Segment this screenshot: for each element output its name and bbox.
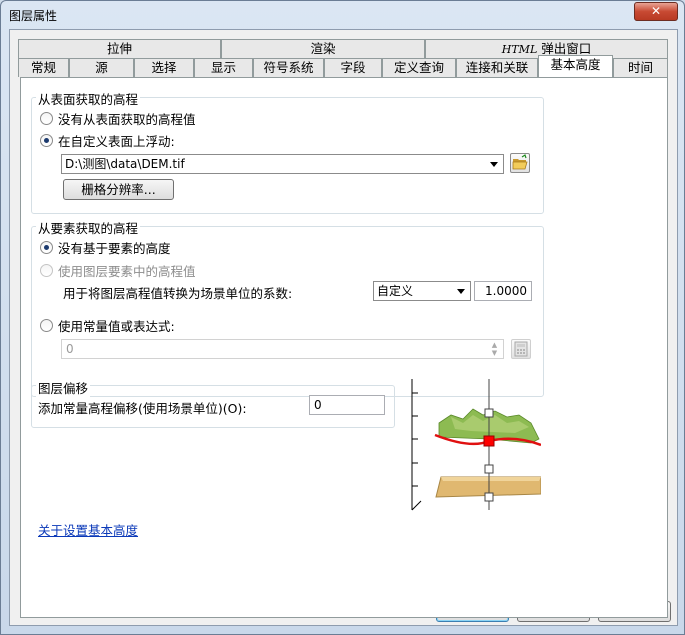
- layer-properties-window: 图层属性 ✕ 拉伸 渲染 HTML 弹出窗口 常规 源 选择 显示 符号系统 字…: [0, 0, 685, 635]
- tab-selection[interactable]: 选择: [134, 58, 194, 77]
- terrain-diagram-image: [411, 379, 542, 511]
- tab-time[interactable]: 时间: [613, 58, 668, 77]
- tab-joins-relates[interactable]: 连接和关联: [456, 58, 538, 77]
- radio-circle: [40, 264, 53, 277]
- feature-group-title: 从要素获取的高程: [36, 218, 141, 237]
- chevron-down-icon: [457, 289, 465, 294]
- tab-extrusion[interactable]: 拉伸: [18, 39, 221, 58]
- surface-group-title: 从表面获取的高程: [36, 89, 141, 108]
- surface-path-value: D:\测图\data\DEM.tif: [65, 157, 185, 171]
- conversion-unit-dropdown[interactable]: 自定义: [373, 281, 471, 301]
- conversion-factor-input[interactable]: 1.0000: [474, 281, 532, 301]
- offset-input[interactable]: 0: [309, 395, 385, 415]
- spin-stepper[interactable]: ▲ ▼: [488, 341, 501, 357]
- radio-circle: [40, 241, 53, 254]
- tab-label: 符号系统: [263, 60, 314, 75]
- surface-path-dropdown[interactable]: D:\测图\data\DEM.tif: [61, 154, 504, 174]
- tab-base-heights[interactable]: 基本高度: [538, 55, 613, 77]
- tab-label: 拉伸: [106, 41, 132, 56]
- tab-label: 基本高度: [550, 57, 601, 72]
- chevron-down-icon: [490, 162, 498, 167]
- title-bar: 图层属性 ✕: [1, 1, 684, 29]
- tab-label: 连接和关联: [465, 60, 529, 75]
- radio-label: 没有基于要素的高度: [58, 241, 171, 256]
- tab-rendering[interactable]: 渲染: [221, 39, 425, 58]
- tab-label-html: HTML: [501, 43, 538, 56]
- folder-open-icon: [512, 154, 528, 170]
- radio-label: 使用常量值或表达式:: [58, 319, 175, 334]
- offset-group-title: 图层偏移: [36, 378, 91, 397]
- radio-use-expression[interactable]: 使用常量值或表达式:: [40, 316, 175, 335]
- tab-label: 渲染: [310, 41, 336, 56]
- tab-label: 源: [95, 60, 108, 75]
- radio-circle: [40, 134, 53, 147]
- expression-value: 0: [66, 342, 74, 356]
- tab-label: 显示: [210, 60, 236, 75]
- close-button[interactable]: ✕: [634, 2, 678, 21]
- tab-definition-query[interactable]: 定义查询: [382, 58, 456, 77]
- radio-label: 在自定义表面上浮动:: [58, 134, 175, 149]
- window-title: 图层属性: [9, 9, 58, 23]
- radio-no-feature-height[interactable]: 没有基于要素的高度: [40, 238, 171, 257]
- radio-circle: [40, 319, 53, 332]
- base-heights-panel: 从表面获取的高程 没有从表面获取的高程值 在自定义表面上浮动: D:\测图\da…: [20, 77, 668, 618]
- expression-calculator-button[interactable]: [511, 339, 531, 359]
- tab-display[interactable]: 显示: [194, 58, 253, 77]
- base-height-illustration: [411, 379, 542, 512]
- radio-no-surface-elevation[interactable]: 没有从表面获取的高程值: [40, 109, 196, 128]
- radio-float-on-surface[interactable]: 在自定义表面上浮动:: [40, 131, 175, 150]
- dialog-client: 拉伸 渲染 HTML 弹出窗口 常规 源 选择 显示 符号系统 字段 定义查询 …: [9, 29, 678, 626]
- open-folder-button[interactable]: [510, 153, 530, 173]
- tab-label: 时间: [627, 60, 653, 75]
- help-link-base-heights[interactable]: 关于设置基本高度: [38, 520, 138, 539]
- conversion-unit-value: 自定义: [377, 284, 414, 298]
- tab-label: 选择: [151, 60, 177, 75]
- tab-label: 字段: [340, 60, 366, 75]
- radio-circle: [40, 112, 53, 125]
- radio-use-layer-elevation[interactable]: 使用图层要素中的高程值: [40, 261, 196, 280]
- tab-label: 定义查询: [393, 60, 444, 75]
- tab-symbology[interactable]: 符号系统: [253, 58, 324, 77]
- calculator-icon: [514, 341, 528, 357]
- tab-source[interactable]: 源: [69, 58, 134, 77]
- tab-label: 弹出窗口: [537, 41, 592, 56]
- tab-general[interactable]: 常规: [18, 58, 69, 77]
- offset-label: 添加常量高程偏移(使用场景单位)(O):: [38, 401, 247, 416]
- radio-label: 没有从表面获取的高程值: [58, 112, 196, 127]
- conversion-factor-label: 用于将图层高程值转换为场景单位的系数:: [63, 286, 293, 301]
- radio-label: 使用图层要素中的高程值: [58, 264, 196, 279]
- raster-resolution-button[interactable]: 栅格分辨率...: [63, 179, 174, 200]
- tab-label: 常规: [30, 60, 56, 75]
- tab-fields[interactable]: 字段: [324, 58, 382, 77]
- expression-input[interactable]: 0 ▲ ▼: [61, 339, 504, 359]
